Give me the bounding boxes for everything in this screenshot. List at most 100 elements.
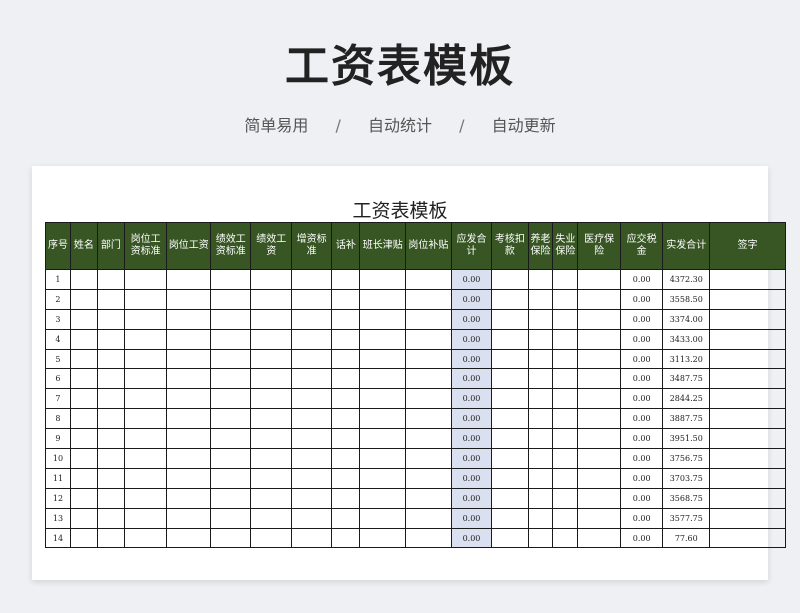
table-cell[interactable]	[123, 507, 168, 529]
table-cell[interactable]	[359, 428, 407, 450]
gross-total-cell[interactable]: 0.00	[450, 368, 493, 390]
table-cell[interactable]	[250, 288, 292, 310]
table-cell[interactable]	[69, 308, 98, 330]
table-cell[interactable]	[527, 269, 554, 290]
table-cell[interactable]	[405, 527, 452, 549]
table-cell[interactable]	[491, 348, 529, 370]
table-cell[interactable]	[527, 388, 554, 410]
table-cell[interactable]	[290, 368, 333, 390]
table-cell[interactable]	[331, 408, 361, 430]
table-cell[interactable]	[709, 328, 786, 350]
table-cell[interactable]	[709, 348, 786, 370]
table-cell[interactable]	[250, 348, 292, 370]
table-cell[interactable]	[577, 388, 621, 410]
gross-total-cell[interactable]: 0.00	[450, 487, 493, 509]
table-cell[interactable]	[709, 507, 786, 529]
gross-total-cell[interactable]: 0.00	[450, 467, 493, 489]
table-cell[interactable]	[552, 328, 579, 350]
table-cell[interactable]	[96, 308, 125, 330]
table-cell[interactable]	[209, 507, 252, 529]
table-cell[interactable]	[123, 288, 168, 310]
table-cell[interactable]	[69, 487, 98, 509]
table-cell[interactable]	[69, 328, 98, 350]
gross-total-cell[interactable]: 0.00	[450, 269, 493, 290]
table-cell[interactable]	[527, 527, 554, 549]
net-pay-cell[interactable]: 3433.00	[662, 328, 711, 350]
table-cell[interactable]	[709, 308, 786, 330]
table-cell[interactable]	[331, 507, 361, 529]
table-cell[interactable]	[491, 328, 529, 350]
table-cell[interactable]	[290, 487, 333, 509]
tax-cell[interactable]: 0.00	[619, 428, 664, 450]
table-cell[interactable]	[209, 308, 252, 330]
table-cell[interactable]	[123, 467, 168, 489]
table-cell[interactable]	[290, 348, 333, 370]
table-cell[interactable]	[405, 348, 452, 370]
gross-total-cell[interactable]: 0.00	[450, 348, 493, 370]
table-cell[interactable]	[166, 467, 211, 489]
table-cell[interactable]	[709, 388, 786, 410]
table-cell[interactable]	[405, 388, 452, 410]
table-cell[interactable]	[405, 328, 452, 350]
table-cell[interactable]	[209, 408, 252, 430]
table-cell[interactable]	[527, 348, 554, 370]
table-cell[interactable]	[250, 448, 292, 469]
table-cell[interactable]	[577, 308, 621, 330]
table-cell[interactable]	[709, 487, 786, 509]
table-cell[interactable]	[527, 467, 554, 489]
table-cell[interactable]	[69, 288, 98, 310]
table-cell[interactable]	[290, 408, 333, 430]
table-cell[interactable]	[209, 467, 252, 489]
table-cell[interactable]	[491, 428, 529, 450]
table-cell[interactable]	[709, 269, 786, 290]
table-cell[interactable]	[405, 308, 452, 330]
table-cell[interactable]	[491, 408, 529, 430]
table-cell[interactable]	[331, 269, 361, 290]
table-cell[interactable]	[209, 288, 252, 310]
table-cell[interactable]	[552, 507, 579, 529]
table-cell[interactable]	[577, 288, 621, 310]
table-cell[interactable]	[359, 308, 407, 330]
table-cell[interactable]	[405, 428, 452, 450]
table-cell[interactable]	[166, 487, 211, 509]
tax-cell[interactable]: 0.00	[619, 269, 664, 290]
table-cell[interactable]	[527, 288, 554, 310]
gross-total-cell[interactable]: 0.00	[450, 448, 493, 469]
table-cell[interactable]	[123, 428, 168, 450]
row-number-cell[interactable]: 11	[45, 467, 71, 489]
table-cell[interactable]	[709, 368, 786, 390]
row-number-cell[interactable]: 10	[45, 448, 71, 469]
table-cell[interactable]	[166, 428, 211, 450]
tax-cell[interactable]: 0.00	[619, 487, 664, 509]
table-cell[interactable]	[491, 288, 529, 310]
table-cell[interactable]	[96, 328, 125, 350]
table-cell[interactable]	[209, 269, 252, 290]
table-cell[interactable]	[290, 328, 333, 350]
table-cell[interactable]	[209, 348, 252, 370]
tax-cell[interactable]: 0.00	[619, 507, 664, 529]
table-cell[interactable]	[96, 348, 125, 370]
table-cell[interactable]	[290, 428, 333, 450]
row-number-cell[interactable]: 4	[45, 328, 71, 350]
table-cell[interactable]	[209, 448, 252, 469]
tax-cell[interactable]: 0.00	[619, 408, 664, 430]
row-number-cell[interactable]: 12	[45, 487, 71, 509]
table-cell[interactable]	[69, 269, 98, 290]
net-pay-cell[interactable]: 3113.20	[662, 348, 711, 370]
table-cell[interactable]	[209, 487, 252, 509]
table-cell[interactable]	[250, 527, 292, 549]
table-cell[interactable]	[709, 467, 786, 489]
table-cell[interactable]	[359, 507, 407, 529]
table-cell[interactable]	[331, 368, 361, 390]
table-cell[interactable]	[405, 467, 452, 489]
table-cell[interactable]	[709, 448, 786, 469]
table-cell[interactable]	[577, 507, 621, 529]
net-pay-cell[interactable]: 3951.50	[662, 428, 711, 450]
table-cell[interactable]	[123, 527, 168, 549]
table-cell[interactable]	[491, 308, 529, 330]
tax-cell[interactable]: 0.00	[619, 328, 664, 350]
table-cell[interactable]	[527, 428, 554, 450]
net-pay-cell[interactable]: 3577.75	[662, 507, 711, 529]
table-cell[interactable]	[166, 288, 211, 310]
table-cell[interactable]	[552, 269, 579, 290]
